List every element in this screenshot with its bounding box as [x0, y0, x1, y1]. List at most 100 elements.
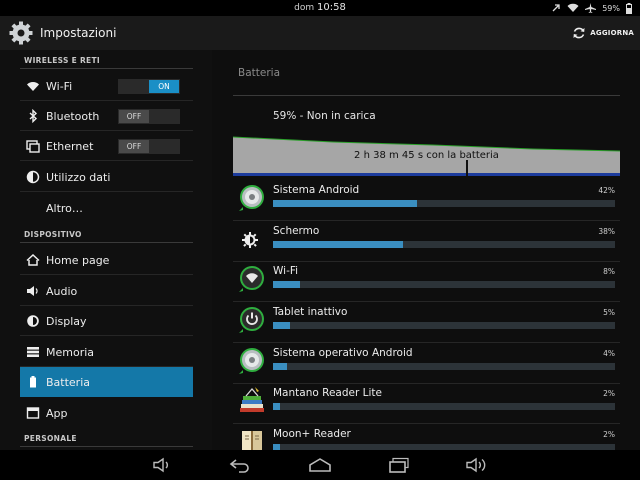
usage-bar: [273, 403, 615, 410]
android-os-icon: [239, 348, 264, 374]
usage-bar-fill: [273, 403, 280, 410]
sidebar-item-battery[interactable]: Batteria: [20, 367, 193, 397]
usage-name: Wi-Fi: [273, 265, 299, 277]
graph-duration-label: 2 h 38 m 45 s con la batteria: [354, 150, 499, 161]
sidebar-item-label: Home page: [46, 254, 110, 267]
sidebar-item-apps[interactable]: App: [20, 398, 193, 428]
display-brightness-icon: [27, 315, 39, 327]
item-divider: [20, 274, 193, 275]
sidebar-item-ethernet[interactable]: Ethernet OFF: [20, 131, 193, 161]
usage-row-tablet-idle[interactable]: Tablet inattivo 5%: [233, 302, 620, 343]
ethernet-toggle[interactable]: OFF: [118, 139, 180, 154]
usage-bar: [273, 241, 615, 248]
usage-name: Sistema Android: [273, 184, 360, 196]
item-divider: [20, 191, 193, 192]
screen-brightness-icon: [242, 232, 258, 248]
battery-icon: [30, 376, 36, 388]
section-divider: [20, 242, 193, 243]
sidebar-item-label: Bluetooth: [46, 110, 100, 123]
sidebar-item-display[interactable]: Display: [20, 306, 193, 336]
recent-apps-icon[interactable]: [388, 457, 410, 473]
android-system-icon: [239, 185, 264, 211]
sidebar-item-home[interactable]: Home page: [20, 245, 193, 275]
wifi-icon: [27, 82, 39, 91]
data-usage-icon: [26, 170, 40, 184]
usage-bar: [273, 200, 615, 207]
toggle-state: OFF: [119, 140, 149, 153]
refresh-label: AGGIORNA: [590, 29, 634, 37]
usage-percent: 42%: [598, 186, 615, 195]
section-divider: [20, 446, 193, 447]
section-divider: [20, 68, 193, 69]
usage-row-android-system[interactable]: Sistema Android 42%: [233, 180, 620, 221]
mantano-reader-icon: [240, 387, 264, 412]
sidebar-item-audio[interactable]: Audio: [20, 276, 193, 306]
usage-name: Tablet inattivo: [273, 306, 348, 318]
usb-debug-icon: [552, 4, 560, 12]
sidebar-item-more[interactable]: Altro…: [20, 193, 193, 223]
home-icon: [26, 253, 40, 266]
app-title: Impostazioni: [40, 26, 117, 40]
usage-name: Moon+ Reader: [273, 428, 351, 440]
section-header-wireless: WIRELESS E RETI: [24, 56, 100, 65]
settings-sidebar: WIRELESS E RETI Wi-Fi ON Bluetooth OFF E…: [0, 50, 212, 450]
usage-percent: 5%: [603, 308, 615, 317]
sidebar-item-label: Utilizzo dati: [46, 171, 111, 184]
sidebar-item-label: Memoria: [46, 346, 95, 359]
sidebar-item-data-usage[interactable]: Utilizzo dati: [20, 162, 193, 192]
battery-history-graph[interactable]: 2 h 38 m 45 s con la batteria: [233, 136, 620, 176]
usage-bar-fill: [273, 363, 287, 370]
wifi-toggle[interactable]: ON: [118, 79, 180, 94]
usage-bar: [273, 281, 615, 288]
usage-row-android-os[interactable]: Sistema operativo Android 4%: [233, 343, 620, 384]
bluetooth-toggle[interactable]: OFF: [118, 109, 180, 124]
usage-row-mantano-reader[interactable]: Mantano Reader Lite 2%: [233, 383, 620, 424]
usage-bar-fill: [273, 322, 291, 329]
usage-row-wifi[interactable]: Wi-Fi 8%: [233, 261, 620, 302]
section-header-personal: PERSONALE: [24, 434, 77, 443]
sidebar-item-label: Wi-Fi: [46, 80, 73, 93]
moon-reader-icon: [242, 431, 262, 450]
status-clock: dom 10:58: [0, 2, 640, 13]
page-title: Batteria: [238, 67, 280, 79]
airplane-icon: [585, 3, 597, 13]
sidebar-item-bluetooth[interactable]: Bluetooth OFF: [20, 101, 193, 131]
back-icon[interactable]: [229, 457, 253, 473]
usage-row-moon-reader[interactable]: Moon+ Reader 2%: [233, 424, 620, 450]
action-bar: Impostazioni AGGIORNA: [0, 16, 640, 50]
item-divider: [20, 160, 193, 161]
sidebar-item-storage[interactable]: Memoria: [20, 337, 193, 367]
volume-down-icon[interactable]: [152, 457, 174, 473]
sidebar-item-label: Ethernet: [46, 140, 94, 153]
sidebar-item-label: Altro…: [46, 202, 83, 215]
usage-percent: 38%: [598, 227, 615, 236]
usage-bar-fill: [273, 241, 403, 248]
home-nav-icon[interactable]: [308, 457, 332, 473]
refresh-icon: [573, 27, 585, 39]
usage-bar-fill: [273, 200, 417, 207]
bluetooth-icon: [29, 109, 38, 123]
status-icons: 59%: [551, 2, 632, 14]
charge-status: 59% - Non in carica: [273, 110, 376, 122]
usage-percent: 8%: [603, 267, 615, 276]
wifi-usage-icon: [239, 266, 264, 292]
storage-icon: [27, 347, 39, 357]
wifi-signal-icon: [567, 3, 579, 12]
volume-up-icon[interactable]: [465, 457, 489, 473]
title-divider: [233, 95, 620, 96]
navigation-bar: [0, 450, 640, 480]
refresh-button[interactable]: AGGIORNA: [572, 24, 634, 42]
usage-bar-fill: [273, 281, 301, 288]
sidebar-item-wifi[interactable]: Wi-Fi ON: [20, 71, 193, 101]
battery-panel: Batteria 59% - Non in carica 2 h 38 m 45…: [212, 50, 640, 450]
usage-row-screen[interactable]: Schermo 38%: [233, 221, 620, 262]
usage-bar: [273, 363, 615, 370]
settings-gear-icon[interactable]: [8, 20, 34, 46]
toggle-state: OFF: [119, 110, 149, 123]
speaker-icon: [27, 286, 38, 296]
sidebar-item-label: Display: [46, 315, 87, 328]
usage-percent: 2%: [603, 389, 615, 398]
apps-icon: [26, 407, 40, 419]
section-header-device: DISPOSITIVO: [24, 230, 82, 239]
power-icon: [239, 307, 264, 333]
